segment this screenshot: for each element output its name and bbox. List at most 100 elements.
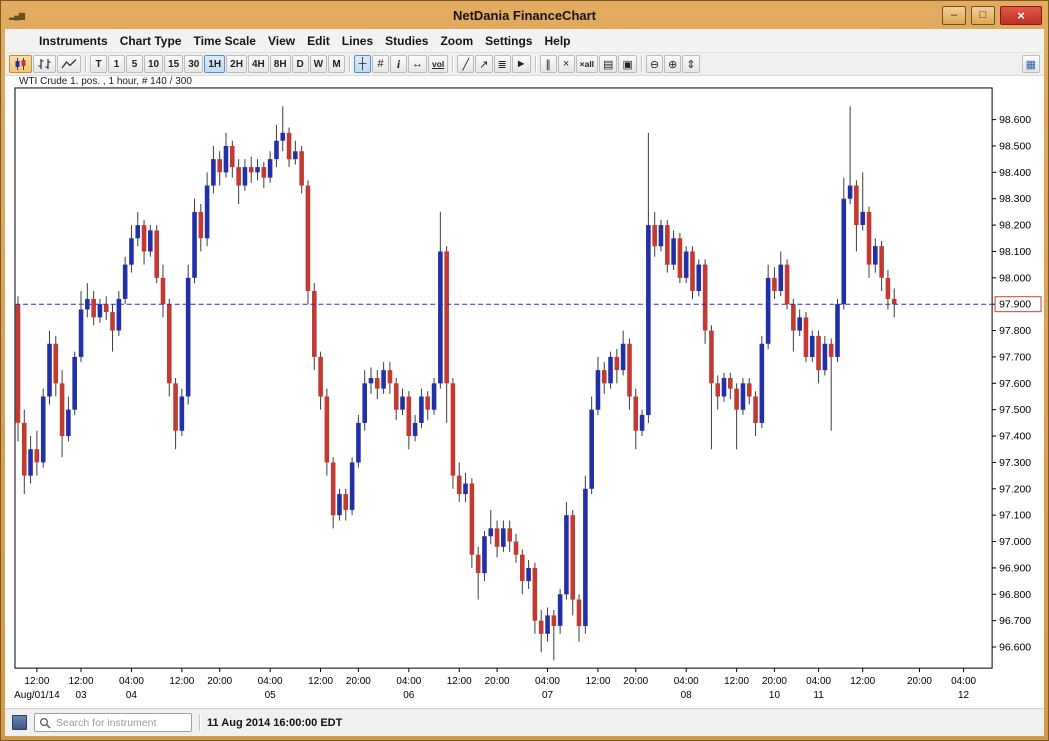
svg-text:12:00: 12:00 <box>447 676 472 687</box>
candlestick-chart[interactable]: 98.60098.50098.40098.30098.20098.10098.0… <box>5 76 1044 708</box>
menu-settings[interactable]: Settings <box>479 32 538 50</box>
toolbar-separator <box>85 56 86 72</box>
menu-chart-type[interactable]: Chart Type <box>114 32 188 50</box>
svg-text:97.000: 97.000 <box>999 537 1031 548</box>
print-preview-button[interactable]: ▣ <box>618 55 636 73</box>
svg-text:06: 06 <box>403 690 415 701</box>
menu-edit[interactable]: Edit <box>301 32 336 50</box>
svg-text:05: 05 <box>265 690 277 701</box>
svg-text:04:00: 04:00 <box>674 676 699 687</box>
svg-text:97.200: 97.200 <box>999 484 1031 495</box>
vertical-scale-button[interactable]: ⇕ <box>682 55 699 73</box>
svg-text:97.700: 97.700 <box>999 352 1031 363</box>
timescale-8hour-button[interactable]: 8H <box>270 55 291 73</box>
titlebar[interactable]: ▂▄▆ NetDania FinanceChart – □ × <box>1 1 1048 29</box>
minimize-button[interactable]: – <box>942 6 966 25</box>
trendline-tool-button[interactable]: ╱ <box>457 55 474 73</box>
timescale-week-button[interactable]: W <box>310 55 327 73</box>
svg-text:97.100: 97.100 <box>999 511 1031 522</box>
delete-line-button[interactable]: × <box>558 55 575 73</box>
close-button[interactable]: × <box>1000 6 1042 25</box>
zoom-in-button[interactable]: ⊕ <box>664 55 681 73</box>
instrument-list-button[interactable]: ▦ <box>1022 55 1040 73</box>
svg-text:12:00: 12:00 <box>850 676 875 687</box>
menubar: InstrumentsChart TypeTime ScaleViewEditL… <box>5 29 1044 53</box>
volume-button[interactable]: vol <box>428 55 448 73</box>
menu-studies[interactable]: Studies <box>379 32 434 50</box>
svg-text:97.900: 97.900 <box>999 300 1031 311</box>
timescale-tick-button[interactable]: T <box>90 55 107 73</box>
svg-text:20:00: 20:00 <box>907 676 932 687</box>
search-box[interactable] <box>34 713 192 732</box>
timescale-1min-button[interactable]: 1 <box>108 55 125 73</box>
chart-type-line-button[interactable] <box>57 55 81 73</box>
menu-lines[interactable]: Lines <box>336 32 379 50</box>
toolbar-separator <box>452 56 453 72</box>
print-button[interactable]: ▤ <box>599 55 617 73</box>
svg-text:20:00: 20:00 <box>762 676 787 687</box>
svg-text:04:00: 04:00 <box>806 676 831 687</box>
menu-time-scale[interactable]: Time Scale <box>187 32 261 50</box>
svg-text:12:00: 12:00 <box>24 676 49 687</box>
current-price-label: 97.900 <box>995 297 1041 312</box>
chart-instrument-label: WTI Crude 1. pos. , 1 hour, # 140 / 300 <box>17 76 194 87</box>
chart-type-bars-button[interactable] <box>33 55 56 73</box>
timescale-30min-button[interactable]: 30 <box>184 55 203 73</box>
svg-text:20:00: 20:00 <box>207 676 232 687</box>
svg-text:04:00: 04:00 <box>951 676 976 687</box>
timescale-month-button[interactable]: M <box>328 55 345 73</box>
timescale-2hour-button[interactable]: 2H <box>226 55 247 73</box>
svg-text:04: 04 <box>126 690 138 701</box>
delete-all-lines-button[interactable]: ×all <box>576 55 598 73</box>
svg-text:98.500: 98.500 <box>999 141 1031 152</box>
status-timestamp: 11 Aug 2014 16:00:00 EDT <box>207 717 342 729</box>
svg-text:03: 03 <box>75 690 87 701</box>
info-button[interactable]: i <box>390 55 407 73</box>
timescale-5min-button[interactable]: 5 <box>126 55 143 73</box>
timescale-15min-button[interactable]: 15 <box>164 55 183 73</box>
timescale-1hour-button[interactable]: 1H <box>204 55 225 73</box>
crosshair-button[interactable]: ┼ <box>354 55 371 73</box>
parallel-lines-button[interactable]: ∥ <box>540 55 557 73</box>
svg-text:04:00: 04:00 <box>258 676 283 687</box>
menu-help[interactable]: Help <box>538 32 576 50</box>
svg-text:97.500: 97.500 <box>999 405 1031 416</box>
svg-text:20:00: 20:00 <box>485 676 510 687</box>
svg-text:04:00: 04:00 <box>535 676 560 687</box>
ray-tool-button[interactable]: ↗ <box>475 55 492 73</box>
timescale-day-button[interactable]: D <box>292 55 309 73</box>
svg-text:12:00: 12:00 <box>69 676 94 687</box>
chart-region[interactable]: WTI Crude 1. pos. , 1 hour, # 140 / 300 … <box>5 76 1044 708</box>
toolbar-separator <box>535 56 536 72</box>
svg-text:12:00: 12:00 <box>724 676 749 687</box>
app-icon: ▂▄▆ <box>9 11 24 20</box>
maximize-button[interactable]: □ <box>971 6 995 25</box>
svg-text:98.100: 98.100 <box>999 247 1031 258</box>
svg-text:07: 07 <box>542 690 554 701</box>
svg-text:04:00: 04:00 <box>396 676 421 687</box>
grid-button[interactable]: # <box>372 55 389 73</box>
svg-text:98.400: 98.400 <box>999 168 1031 179</box>
svg-text:97.300: 97.300 <box>999 458 1031 469</box>
chart-type-candlestick-button[interactable] <box>9 55 32 73</box>
menu-zoom[interactable]: Zoom <box>434 32 479 50</box>
timescale-4hour-button[interactable]: 4H <box>248 55 269 73</box>
pointer-tool-button[interactable]: ► <box>512 55 531 73</box>
zoom-out-button[interactable]: ⊖ <box>646 55 663 73</box>
timescale-10min-button[interactable]: 10 <box>144 55 163 73</box>
menu-instruments[interactable]: Instruments <box>33 32 114 50</box>
svg-text:97.400: 97.400 <box>999 432 1031 443</box>
statusbar-logo-icon <box>12 715 27 730</box>
svg-text:98.000: 98.000 <box>999 273 1031 284</box>
svg-text:08: 08 <box>681 690 693 701</box>
toolbar-separator <box>349 56 350 72</box>
plot-border <box>15 88 992 668</box>
window-title: NetDania FinanceChart <box>1 8 1048 23</box>
search-input[interactable] <box>54 716 187 730</box>
horizontal-scroll-button[interactable]: ↔ <box>408 55 427 73</box>
search-icon <box>39 717 51 729</box>
fibonacci-tool-button[interactable]: ≣ <box>494 55 511 73</box>
time-axis: 12:00Aug/01/1412:000304:000412:0020:0004… <box>14 668 976 701</box>
svg-text:97.600: 97.600 <box>999 379 1031 390</box>
menu-view[interactable]: View <box>262 32 301 50</box>
